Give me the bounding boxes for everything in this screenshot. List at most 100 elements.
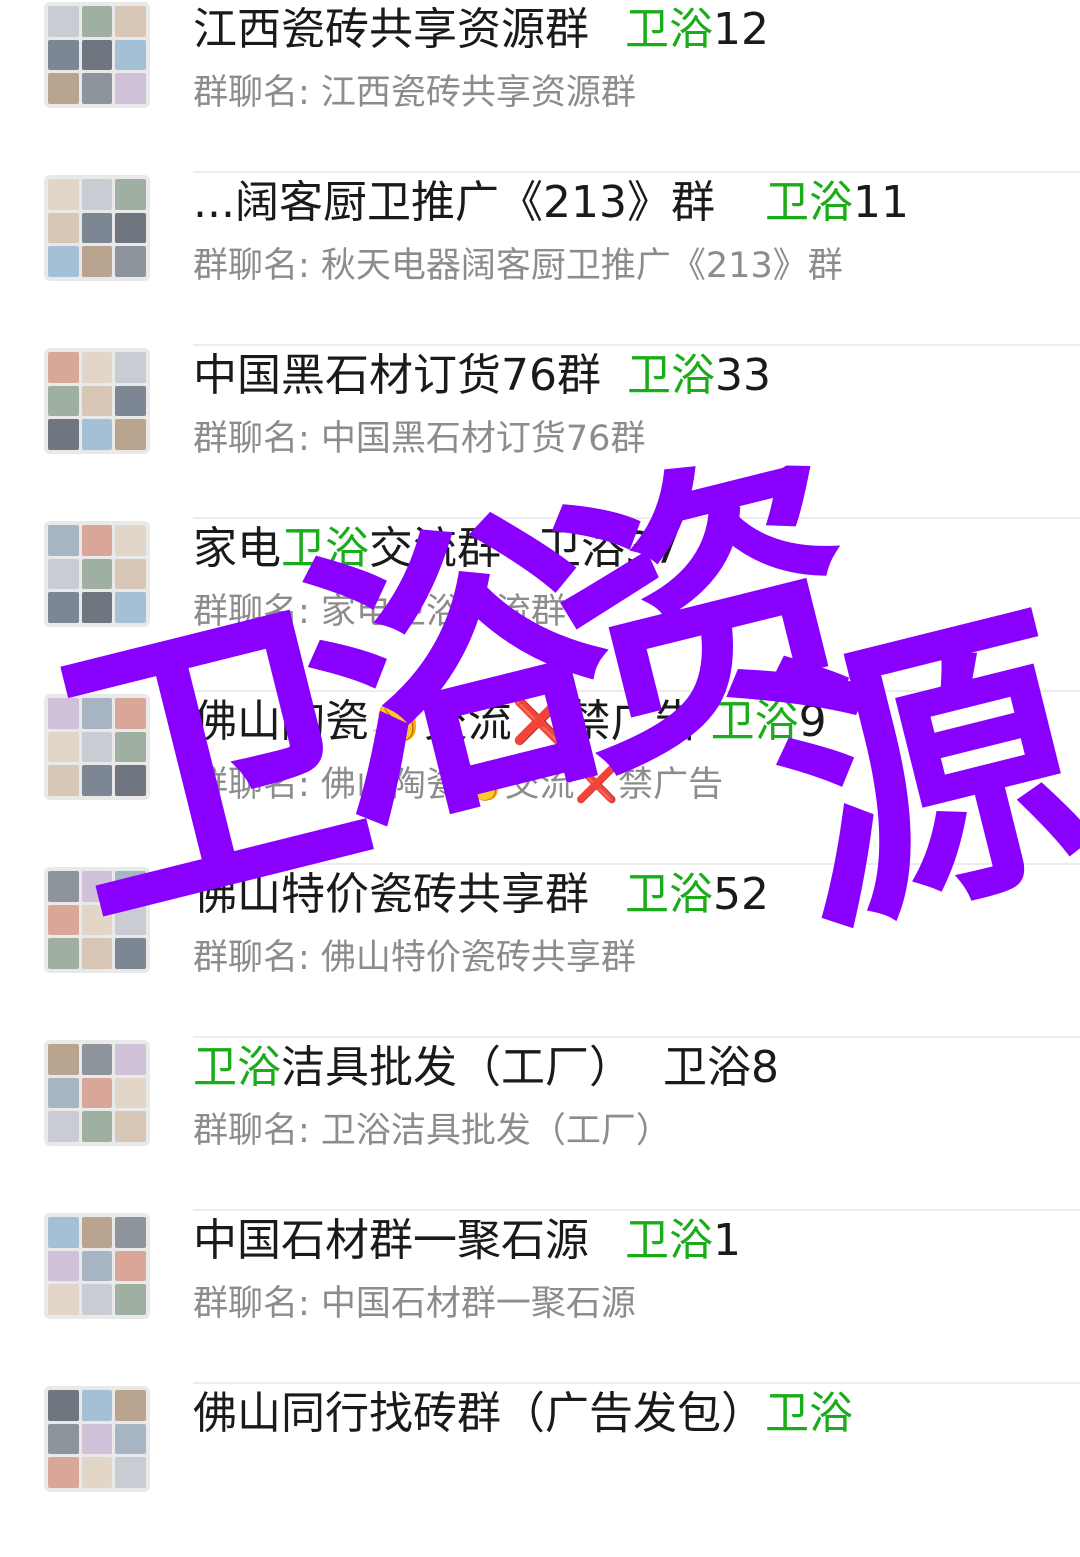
tag-label: 卫浴: [765, 1388, 853, 1439]
chat-item[interactable]: 佛山特价瓷砖共享群 卫浴52 群聊名: 佛山特价瓷砖共享群: [0, 865, 1080, 1038]
avatar-thumb: [81, 525, 113, 556]
avatar-thumb: [48, 73, 79, 104]
avatar-thumb: [81, 731, 113, 763]
avatar-thumb: [81, 698, 113, 729]
group-avatar: [44, 867, 150, 973]
tag-label: 卫浴: [625, 1215, 713, 1266]
avatar-thumb: [115, 731, 146, 763]
avatar-thumb: [115, 419, 146, 450]
chat-title: 卫浴洁具批发（工厂） 卫浴8: [193, 1042, 779, 1093]
avatar-thumb: [115, 592, 146, 623]
avatar-thumb: [115, 525, 146, 556]
avatar-thumb: [115, 904, 146, 936]
chat-item[interactable]: 中国黑石材订货76群 卫浴33 群聊名: 中国黑石材订货76群: [0, 346, 1080, 519]
highlight-keyword: 卫浴: [281, 523, 369, 574]
group-avatar: [44, 175, 150, 281]
group-name: 群聊名: 中国石材群一聚石源: [193, 1284, 636, 1324]
avatar-thumb: [48, 592, 79, 623]
chat-title: 佛山陶瓷👏交流❌禁广告 卫浴9: [193, 696, 827, 747]
avatar-thumb: [48, 352, 79, 383]
chat-item[interactable]: 卫浴洁具批发（工厂） 卫浴8 群聊名: 卫浴洁具批发（工厂）: [0, 1038, 1080, 1211]
chat-title: ...阔客厨卫推广《213》群 卫浴11: [193, 177, 909, 228]
avatar-thumb: [81, 352, 113, 383]
avatar-thumb: [115, 352, 146, 383]
chat-item[interactable]: 佛山同行找砖群（广告发包）卫浴: [0, 1384, 1080, 1557]
avatar-thumb: [81, 871, 113, 902]
avatar-thumb: [115, 558, 146, 590]
group-name: 群聊名: 家电卫浴交流群: [193, 592, 566, 632]
group-avatar: [44, 1386, 150, 1492]
avatar-thumb: [48, 419, 79, 450]
tag-label: 卫浴: [710, 696, 799, 747]
avatar-thumb: [48, 558, 79, 590]
avatar-thumb: [81, 765, 113, 796]
avatar-thumb: [81, 558, 113, 590]
chat-item[interactable]: ...阔客厨卫推广《213》群 卫浴11 群聊名: 秋天电器阔客厨卫推广《213》…: [0, 173, 1080, 346]
chat-item[interactable]: 佛山陶瓷👏交流❌禁广告 卫浴9 群聊名: 佛山陶瓷👏交流❌禁广告: [0, 692, 1080, 865]
group-name: 群聊名: 佛山陶瓷👏交流❌禁广告: [193, 765, 724, 805]
avatar-thumb: [115, 73, 146, 104]
avatar-thumb: [48, 1077, 79, 1109]
avatar-thumb: [115, 871, 146, 902]
avatar-thumb: [48, 6, 79, 37]
chat-title: 佛山同行找砖群（广告发包）卫浴: [193, 1388, 853, 1439]
avatar-thumb: [81, 1044, 113, 1075]
avatar-thumb: [81, 246, 113, 277]
avatar-thumb: [115, 1250, 146, 1282]
chat-item[interactable]: 中国石材群一聚石源 卫浴1 群聊名: 中国石材群一聚石源: [0, 1211, 1080, 1384]
tag-label: 卫浴: [625, 869, 713, 920]
avatar-thumb: [115, 1284, 146, 1315]
avatar-thumb: [115, 246, 146, 277]
avatar-thumb: [48, 1044, 79, 1075]
group-avatar: [44, 694, 150, 800]
chat-item[interactable]: 江西瓷砖共享资源群 卫浴12 群聊名: 江西瓷砖共享资源群: [0, 0, 1080, 173]
avatar-thumb: [81, 73, 113, 104]
tag-label: 卫浴: [764, 177, 853, 228]
group-name: 群聊名: 佛山特价瓷砖共享群: [193, 938, 636, 978]
tag-label: 卫浴: [627, 350, 715, 401]
avatar-thumb: [48, 1111, 79, 1142]
avatar-thumb: [48, 1457, 79, 1488]
avatar-thumb: [115, 698, 146, 729]
avatar-thumb: [81, 385, 113, 417]
avatar-thumb: [115, 1390, 146, 1421]
group-avatar: [44, 521, 150, 627]
tag-label: 卫浴: [625, 4, 713, 55]
chat-item[interactable]: 家电卫浴交流群 卫浴37 群聊名: 家电卫浴交流群: [0, 519, 1080, 692]
avatar-thumb: [81, 1284, 113, 1315]
group-name: 群聊名: 卫浴洁具批发（工厂）: [193, 1111, 671, 1151]
avatar-thumb: [81, 1250, 113, 1282]
chat-title: 佛山特价瓷砖共享群 卫浴52: [193, 869, 769, 920]
avatar-thumb: [115, 179, 146, 210]
avatar-thumb: [48, 385, 79, 417]
avatar-thumb: [48, 731, 79, 763]
avatar-thumb: [81, 179, 113, 210]
avatar-thumb: [115, 385, 146, 417]
avatar-thumb: [115, 1111, 146, 1142]
avatar-thumb: [48, 904, 79, 936]
avatar-thumb: [81, 212, 113, 244]
group-avatar: [44, 2, 150, 108]
chat-title: 中国石材群一聚石源 卫浴1: [193, 1215, 741, 1266]
avatar-thumb: [115, 938, 146, 969]
avatar-thumb: [48, 525, 79, 556]
chat-title: 中国黑石材订货76群 卫浴33: [193, 350, 771, 401]
avatar-thumb: [48, 1284, 79, 1315]
avatar-thumb: [81, 1111, 113, 1142]
group-avatar: [44, 1040, 150, 1146]
avatar-thumb: [115, 1077, 146, 1109]
group-name: 群聊名: 秋天电器阔客厨卫推广《213》群: [193, 246, 843, 286]
avatar-thumb: [81, 1077, 113, 1109]
avatar-thumb: [81, 1217, 113, 1248]
avatar-thumb: [115, 765, 146, 796]
avatar-thumb: [48, 871, 79, 902]
avatar-thumb: [81, 39, 113, 71]
chat-title: 江西瓷砖共享资源群 卫浴12: [193, 4, 769, 55]
avatar-thumb: [48, 1390, 79, 1421]
avatar-thumb: [48, 246, 79, 277]
avatar-thumb: [81, 419, 113, 450]
highlight-keyword: 卫浴: [193, 1042, 281, 1093]
avatar-thumb: [115, 212, 146, 244]
avatar-thumb: [81, 6, 113, 37]
avatar-thumb: [81, 592, 113, 623]
